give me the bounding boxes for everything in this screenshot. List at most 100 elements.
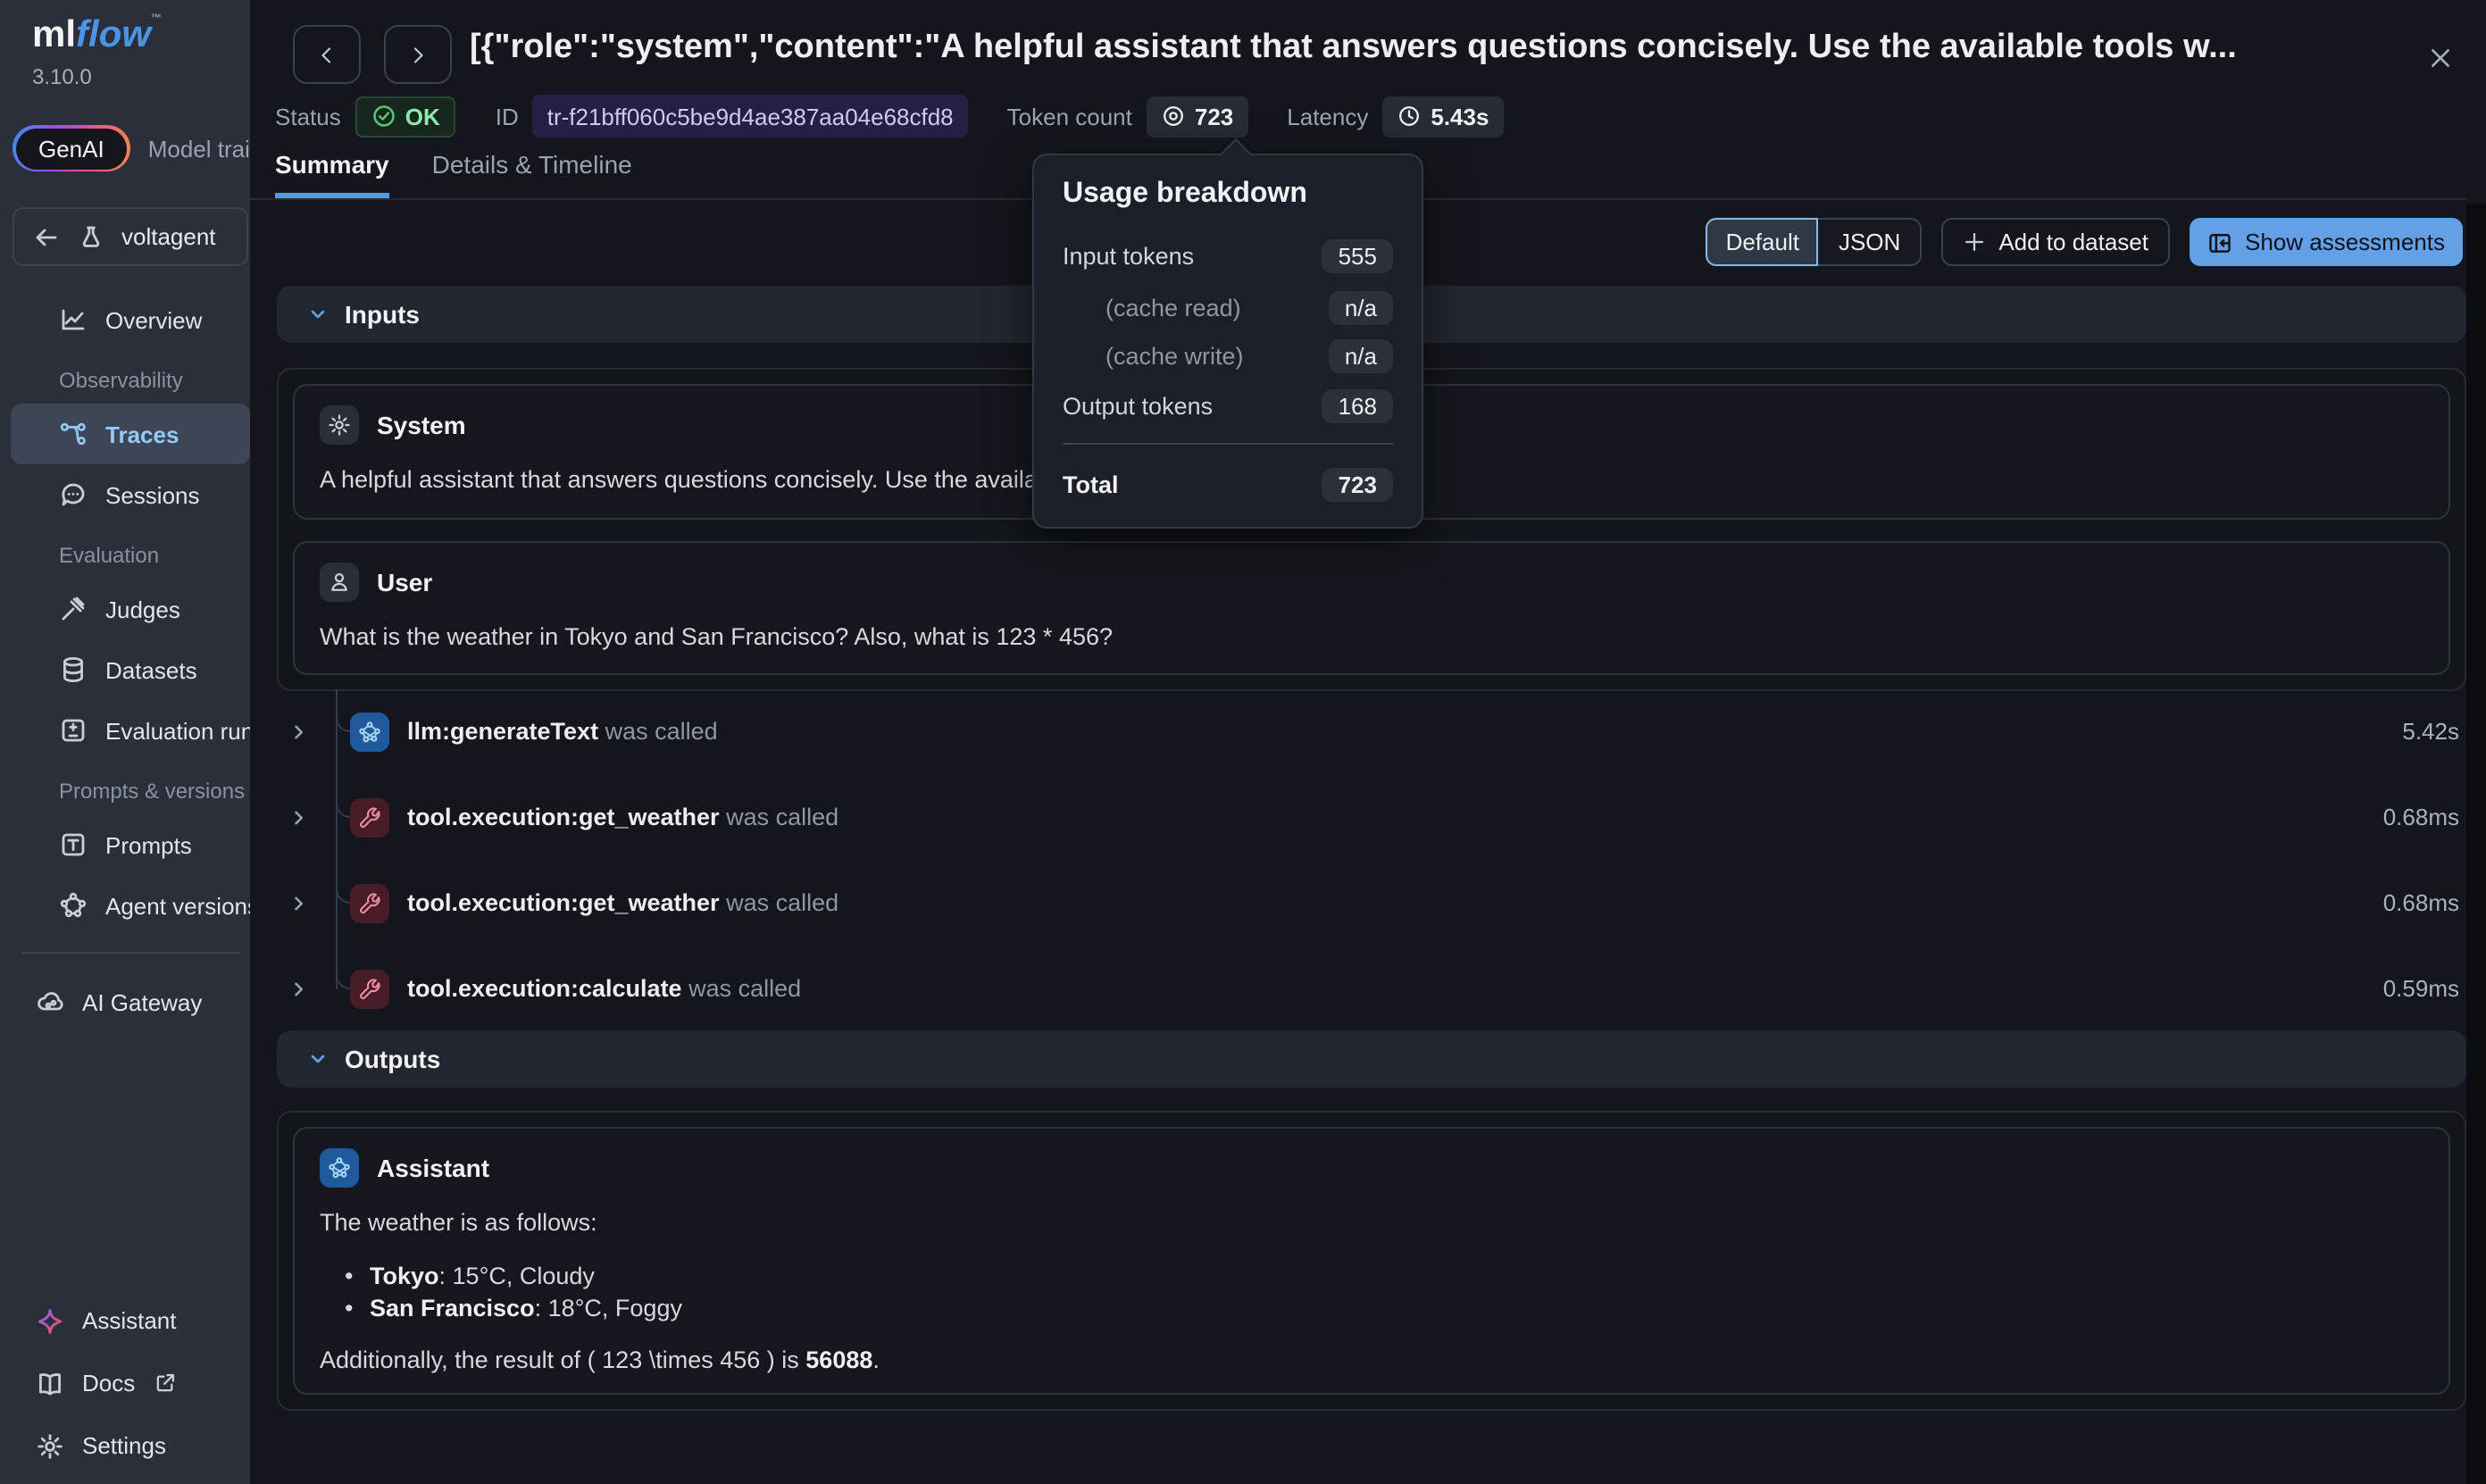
- tool-wrench-icon: [350, 798, 389, 838]
- chevron-right-icon: [407, 44, 429, 65]
- span-suffix: was called: [720, 804, 839, 830]
- outputs-section-header[interactable]: Outputs: [277, 1030, 2466, 1088]
- mlflow-app: mlflow™ 3.10.0 GenAI Model training volt…: [0, 0, 2486, 1484]
- inputs-section-label: Inputs: [345, 300, 420, 329]
- expand-chevron-icon[interactable]: [289, 895, 307, 913]
- gear-icon: [320, 405, 359, 445]
- row-label: (cache read): [1063, 294, 1241, 321]
- span-duration: 0.68ms: [2383, 775, 2459, 861]
- sidebar-item-traces[interactable]: Traces: [11, 404, 250, 464]
- list-item: San Francisco: 18°C, Foggy: [341, 1294, 2423, 1321]
- span-list: llm:generateText was called 5.42s tool.e…: [275, 689, 2463, 1032]
- outputs-section-label: Outputs: [345, 1045, 440, 1073]
- sidebar-item-evaluation-runs[interactable]: Evaluation runs: [0, 700, 250, 761]
- user-role-row: User: [320, 562, 2423, 601]
- traces-icon: [59, 420, 88, 448]
- trace-title: [{"role":"system","content":"A helpful a…: [470, 29, 2407, 68]
- expand-chevron-icon[interactable]: [289, 723, 307, 741]
- sidebar-item-label: Assistant: [82, 1307, 177, 1334]
- chevron-down-icon: [307, 304, 329, 325]
- span-row-calculate[interactable]: tool.execution:calculate was called 0.59…: [275, 946, 2463, 1032]
- popover-row-output-tokens: Output tokens 168: [1063, 384, 1393, 427]
- check-circle-icon: [371, 104, 396, 129]
- latency-label: Latency: [1287, 103, 1368, 129]
- add-to-dataset-label: Add to dataset: [1998, 229, 2148, 255]
- sidebar-item-sessions[interactable]: Sessions: [0, 464, 250, 525]
- city-weather: : 18°C, Foggy: [535, 1294, 682, 1321]
- sidebar-item-assistant[interactable]: Assistant: [0, 1289, 250, 1352]
- span-name-text: llm:generateText: [407, 718, 598, 745]
- tool-wrench-icon: [350, 884, 389, 923]
- popover-row-cache-read: (cache read) n/a: [1063, 288, 1393, 327]
- span-duration: 5.42s: [2402, 689, 2459, 775]
- sidebar-item-label: Prompts: [105, 831, 192, 858]
- sidebar-section-prompts-versions: Prompts & versions: [0, 761, 250, 814]
- gear-icon: [36, 1431, 64, 1460]
- popover-arrow: [1221, 138, 1251, 169]
- expand-chevron-icon[interactable]: [289, 809, 307, 827]
- outro-suffix: .: [872, 1346, 880, 1372]
- prompt-square-icon: [59, 830, 88, 859]
- back-arrow-icon[interactable]: [32, 222, 61, 251]
- span-row-get-weather-1[interactable]: tool.execution:get_weather was called 0.…: [275, 775, 2463, 861]
- sidebar-item-label: Overview: [105, 306, 202, 333]
- chevron-down-icon: [307, 1048, 329, 1070]
- span-name-text: tool.execution:get_weather: [407, 889, 720, 916]
- sidebar-item-ai-gateway[interactable]: AI Gateway: [0, 971, 250, 1032]
- total-value: 723: [1322, 467, 1393, 501]
- experiment-flask-icon: [77, 222, 105, 251]
- sidebar-item-prompts[interactable]: Prompts: [0, 814, 250, 875]
- span-row-llm-generatetext[interactable]: llm:generateText was called 5.42s: [275, 689, 2463, 775]
- view-toggle-json[interactable]: JSON: [1819, 218, 1922, 266]
- show-assessments-button[interactable]: Show assessments: [2190, 218, 2463, 266]
- span-row-get-weather-2[interactable]: tool.execution:get_weather was called 0.…: [275, 861, 2463, 946]
- tab-details-timeline[interactable]: Details & Timeline: [432, 150, 632, 198]
- tab-genai[interactable]: GenAI: [13, 125, 130, 171]
- token-count-badge[interactable]: 723: [1147, 96, 1247, 137]
- row-value: n/a: [1329, 290, 1393, 324]
- experiment-selector[interactable]: voltagent: [13, 207, 248, 266]
- scrollbar-gutter[interactable]: [2466, 204, 2486, 1484]
- sidebar-item-overview[interactable]: Overview: [0, 289, 250, 350]
- assistant-icon: [320, 1148, 359, 1188]
- span-duration: 0.59ms: [2383, 946, 2459, 1032]
- tab-summary[interactable]: Summary: [275, 150, 389, 198]
- weather-list: Tokyo: 15°C, Cloudy San Francisco: 18°C,…: [341, 1262, 2423, 1321]
- latency-badge: 5.43s: [1382, 96, 1503, 137]
- sidebar-item-docs[interactable]: Docs: [0, 1352, 250, 1414]
- prev-trace-button[interactable]: [293, 25, 361, 84]
- sidebar-item-label: Judges: [105, 596, 180, 622]
- close-icon: [2426, 44, 2453, 71]
- version-label: 3.10.0: [32, 64, 92, 89]
- show-assessments-label: Show assessments: [2245, 229, 2445, 255]
- sidebar-item-agent-versions[interactable]: Agent versions: [0, 875, 250, 936]
- tab-model-training[interactable]: Model training: [148, 135, 250, 162]
- trace-id-value[interactable]: tr-f21bff060c5be9d4ae387aa04e68cfd8: [533, 95, 968, 138]
- latency-value: 5.43s: [1431, 103, 1489, 129]
- span-suffix: was called: [720, 889, 839, 916]
- book-icon: [36, 1369, 64, 1397]
- clock-icon: [1397, 104, 1422, 129]
- close-button[interactable]: [2422, 39, 2457, 75]
- summary-toolbar: Default JSON Add to dataset Show assessm…: [1706, 218, 2463, 266]
- tab-genai-label: GenAI: [15, 128, 128, 169]
- system-role-label: System: [377, 411, 466, 439]
- logo-tm: ™: [151, 14, 162, 25]
- token-icon: [1161, 104, 1186, 129]
- sidebar-item-label: Evaluation runs: [105, 717, 250, 744]
- expand-chevron-icon[interactable]: [289, 980, 307, 998]
- outro-result: 56088: [805, 1346, 872, 1372]
- user-icon: [320, 562, 359, 601]
- sidebar-item-label: Docs: [82, 1370, 135, 1396]
- row-value: n/a: [1329, 338, 1393, 372]
- sidebar-item-label: Sessions: [105, 481, 200, 508]
- sidebar-item-settings[interactable]: Settings: [0, 1414, 250, 1477]
- popover-row-total: Total 723: [1063, 463, 1393, 505]
- sidebar-item-judges[interactable]: Judges: [0, 579, 250, 639]
- trace-meta-row: Status OK ID tr-f21bff060c5be9d4ae387aa0…: [275, 95, 1503, 138]
- add-to-dataset-button[interactable]: Add to dataset: [1941, 218, 2170, 266]
- plus-minus-square-icon: [59, 716, 88, 745]
- next-trace-button[interactable]: [384, 25, 452, 84]
- view-toggle-default[interactable]: Default: [1706, 218, 1819, 266]
- sidebar-item-datasets[interactable]: Datasets: [0, 639, 250, 700]
